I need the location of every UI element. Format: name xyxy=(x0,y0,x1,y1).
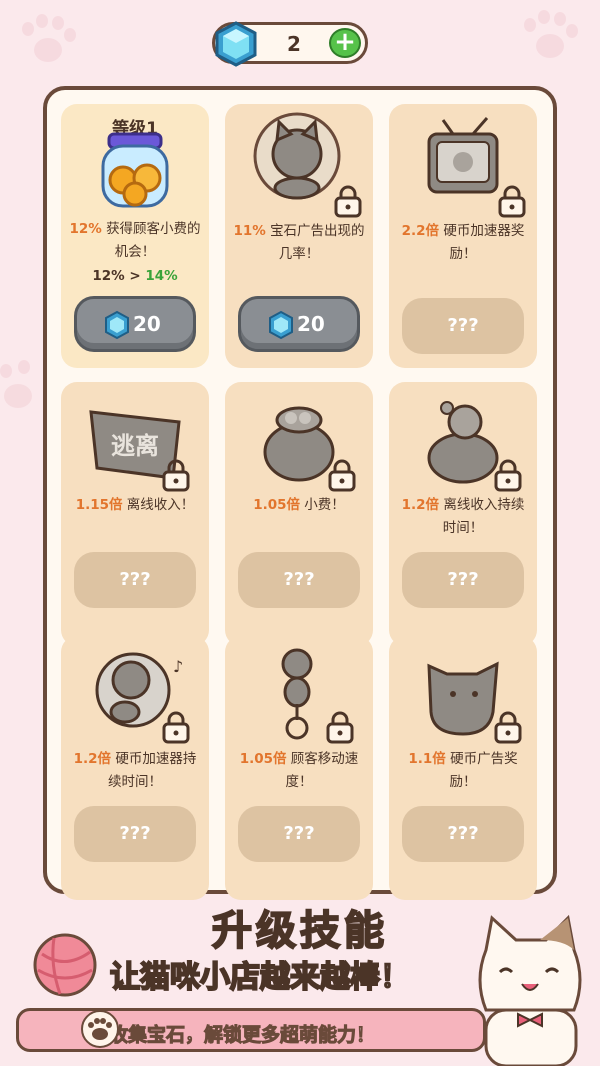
lock-icon xyxy=(494,459,522,492)
skill-value: 1.1倍 xyxy=(408,751,446,767)
upgrade-cost: 20 xyxy=(297,312,325,336)
progress-to: 14% xyxy=(145,268,178,284)
paw-badge-icon xyxy=(81,1010,119,1048)
skill-text: 硬币加速器奖励！ xyxy=(443,223,525,262)
cat-mascot-icon xyxy=(478,914,582,1066)
paw-decoration-icon xyxy=(18,14,78,74)
skill-value: 12% xyxy=(69,221,102,237)
lock-icon xyxy=(162,459,190,492)
lock-icon xyxy=(494,711,522,744)
paw-decoration-icon xyxy=(520,10,580,70)
skill-card-coin-boost-duration[interactable]: ♪ 1.2倍 硬币加速器持续时间！ ??? xyxy=(61,636,209,900)
upgrade-button[interactable]: 20 xyxy=(74,296,196,352)
skill-card-coin-boost-reward[interactable]: 2.2倍 硬币加速器奖励！ ??? xyxy=(389,104,537,368)
skill-text: 小费！ xyxy=(304,497,345,513)
skill-description: 2.2倍 硬币加速器奖励！ xyxy=(395,220,531,266)
skill-text: 获得顾客小费的机会！ xyxy=(106,221,201,260)
progress-from: 12% xyxy=(92,268,125,284)
gem-icon xyxy=(215,21,257,67)
skill-text: 离线收入！ xyxy=(126,497,195,513)
skill-progress: 12% > 14% xyxy=(61,268,209,284)
skill-value: 1.05倍 xyxy=(239,751,287,767)
gem-counter: 2 + xyxy=(212,21,368,67)
skill-value: 1.05倍 xyxy=(253,497,300,513)
skill-description: 12% 获得顾客小费的机会！ xyxy=(67,218,203,264)
upgrade-button[interactable]: 20 xyxy=(238,296,360,352)
skill-description: 11% 宝石广告出现的几率！ xyxy=(231,220,367,266)
skill-description: 1.2倍 硬币加速器持续时间！ xyxy=(67,748,203,794)
locked-button[interactable]: ??? xyxy=(402,552,524,608)
lock-icon xyxy=(498,185,526,218)
lock-icon xyxy=(328,459,356,492)
skill-card-offline-income[interactable]: 逃离 1.15倍 离线收入！ ??? xyxy=(61,382,209,646)
lock-icon xyxy=(162,711,190,744)
coin-jar-icon xyxy=(101,132,169,208)
lock-icon xyxy=(326,711,354,744)
escape-sign-label: 逃离 xyxy=(111,432,159,460)
skill-description: 1.05倍 小费！ xyxy=(231,494,367,517)
progress-arrow: > xyxy=(129,268,141,284)
skill-value: 1.2倍 xyxy=(73,751,112,767)
promo-subtitle: 让猫咪小店越来越棒！ xyxy=(109,959,411,996)
gem-icon xyxy=(269,310,293,340)
skill-text: 离线收入持续时间！ xyxy=(442,497,525,536)
svg-text:♪: ♪ xyxy=(173,657,183,676)
skill-description: 1.2倍 离线收入持续时间！ xyxy=(395,494,531,540)
skill-card-offline-duration[interactable]: 1.2倍 离线收入持续时间！ ??? xyxy=(389,382,537,646)
locked-button[interactable]: ??? xyxy=(74,552,196,608)
skill-text: 硬币广告奖励！ xyxy=(449,751,518,790)
skill-value: 2.2倍 xyxy=(401,223,440,239)
gem-count: 2 xyxy=(287,32,301,56)
skill-value: 11% xyxy=(233,223,266,239)
skill-text: 宝石广告出现的几率！ xyxy=(270,223,365,262)
skill-card-coin-ad-reward[interactable]: 1.1倍 硬币广告奖励！ ??? xyxy=(389,636,537,900)
skill-description: 1.1倍 硬币广告奖励！ xyxy=(395,748,531,794)
skill-text: 顾客移动速度！ xyxy=(285,751,359,790)
lock-icon xyxy=(334,185,362,218)
skill-card-tips[interactable]: 1.05倍 小费！ ??? xyxy=(225,382,373,646)
locked-button[interactable]: ??? xyxy=(402,298,524,354)
skill-description: 1.15倍 离线收入！ xyxy=(67,494,203,517)
skill-card-tip-jar[interactable]: 等级1 12% 获得顾客小费的机会！ 12% > 14% 20 xyxy=(61,104,209,368)
add-gems-button[interactable]: + xyxy=(329,28,361,58)
locked-button[interactable]: ??? xyxy=(238,552,360,608)
paw-decoration-icon xyxy=(0,360,40,420)
skill-card-gem-ad[interactable]: 11% 宝石广告出现的几率！ 20 xyxy=(225,104,373,368)
locked-button[interactable]: ??? xyxy=(238,806,360,862)
skill-description: 1.05倍 顾客移动速度！ xyxy=(231,748,367,794)
promo-ribbon-text: 收集宝石，解锁更多超萌能力！ xyxy=(108,1024,376,1047)
locked-button[interactable]: ??? xyxy=(74,806,196,862)
upgrade-cost: 20 xyxy=(133,312,161,336)
skill-value: 1.15倍 xyxy=(75,497,123,513)
skill-text: 硬币加速器持续时间！ xyxy=(108,751,197,790)
gem-icon xyxy=(105,310,129,340)
skill-value: 1.2倍 xyxy=(401,497,440,513)
locked-button[interactable]: ??? xyxy=(402,806,524,862)
skill-card-customer-speed[interactable]: 1.05倍 顾客移动速度！ ??? xyxy=(225,636,373,900)
